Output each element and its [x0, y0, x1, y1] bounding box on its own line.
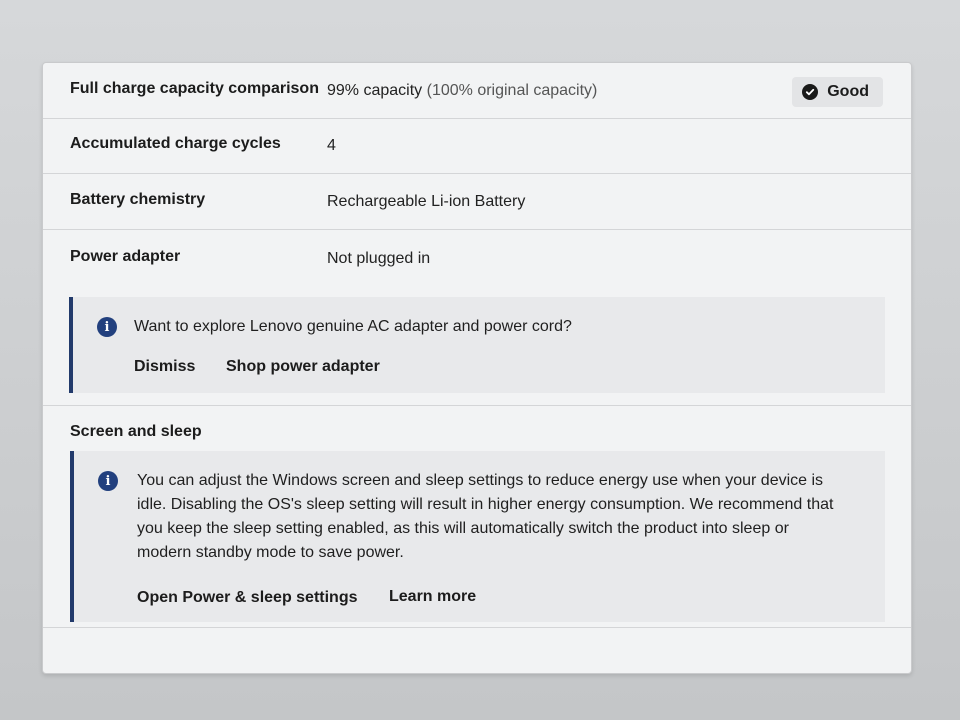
- sleep-notice-line: you keep the sleep setting enabled, as t…: [137, 520, 789, 537]
- battery-chemistry-row: Battery chemistry Rechargeable Li-ion Ba…: [43, 174, 911, 230]
- learn-more-link[interactable]: Learn more: [389, 588, 476, 606]
- info-icon: i: [97, 317, 117, 337]
- info-icon: i: [98, 471, 118, 491]
- full-charge-capacity-value: 99% capacity (100% original capacity): [327, 82, 597, 100]
- power-adapter-label: Power adapter: [70, 248, 181, 265]
- sleep-notice-line: You can adjust the Windows screen and sl…: [137, 472, 824, 489]
- sleep-notice-line: idle. Disabling the OS's sleep setting w…: [137, 496, 834, 513]
- shop-power-adapter-link[interactable]: Shop power adapter: [226, 358, 380, 376]
- check-circle-icon: [802, 84, 819, 100]
- full-charge-capacity-label: Full charge capacity comparison: [70, 80, 319, 97]
- sleep-notice-text: You can adjust the Windows screen and sl…: [137, 469, 877, 565]
- adapter-notice-text: Want to explore Lenovo genuine AC adapte…: [134, 318, 572, 335]
- open-power-sleep-settings-link[interactable]: Open Power & sleep settings: [137, 589, 358, 607]
- sleep-notice: i You can adjust the Windows screen and …: [70, 451, 885, 622]
- status-badge-label: Good: [827, 83, 869, 100]
- status-badge: Good: [792, 77, 883, 107]
- screen-sleep-section: Screen and sleep i You can adjust the Wi…: [43, 406, 911, 628]
- power-adapter-row: Power adapter Not plugged in i Want to e…: [43, 230, 911, 406]
- original-capacity-note: (100% original capacity): [426, 82, 598, 99]
- power-adapter-value: Not plugged in: [327, 250, 431, 267]
- charge-cycles-row: Accumulated charge cycles 4: [43, 119, 911, 174]
- full-charge-capacity-row: Full charge capacity comparison 99% capa…: [43, 63, 911, 119]
- battery-details-panel: Full charge capacity comparison 99% capa…: [42, 62, 912, 674]
- screen-sleep-title: Screen and sleep: [70, 423, 202, 440]
- dismiss-button[interactable]: Dismiss: [134, 358, 195, 376]
- sleep-notice-line: modern standby mode to save power.: [137, 544, 404, 561]
- battery-chemistry-label: Battery chemistry: [70, 191, 206, 208]
- capacity-percent: 99% capacity: [327, 82, 423, 99]
- charge-cycles-label: Accumulated charge cycles: [70, 135, 281, 152]
- adapter-notice: i Want to explore Lenovo genuine AC adap…: [69, 297, 885, 393]
- charge-cycles-value: 4: [327, 137, 336, 154]
- battery-chemistry-value: Rechargeable Li-ion Battery: [327, 193, 526, 210]
